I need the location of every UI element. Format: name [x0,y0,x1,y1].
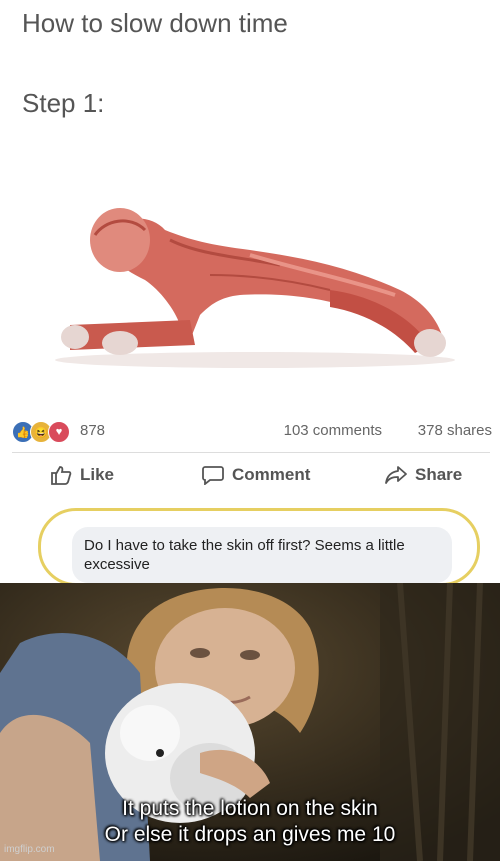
post-title: How to slow down time [22,8,288,38]
share-label: Share [415,465,463,484]
share-button[interactable]: Share [385,465,462,485]
reactions-row: 👍 😆 ♥ 878 103 comments 378 shares [12,417,492,447]
comments-count[interactable]: 103 comments [284,422,382,439]
divider [12,452,490,453]
speech-bubble-icon [202,466,224,485]
reaction-icons[interactable]: 👍 😆 ♥ [12,421,70,443]
plank-anatomy-illustration [55,208,455,368]
imgflip-watermark: imgflip.com [4,844,55,855]
share-arrow-icon [385,466,407,484]
post-actions: Like Comment Share [40,465,480,495]
meme-page: How to slow down time Step 1: 👍 😆 ♥ 878 … [0,0,500,861]
like-label: Like [80,465,115,484]
love-icon: ♥ [48,421,70,443]
comment-bubble: Do I have to take the skin off first? Se… [72,527,452,583]
thumbs-up-icon [51,466,72,485]
post-step-label: Step 1: [22,88,105,118]
caption-line-2: Or else it drops an gives me 10 [104,823,396,846]
like-button[interactable]: Like [50,465,114,485]
caption-line-1: It puts the lotion on the skin [122,797,378,820]
meme-image-panel: It puts the lotion on the skin Or else i… [0,583,500,861]
reaction-count[interactable]: 878 [80,422,105,439]
shares-count[interactable]: 378 shares [418,422,492,439]
comment-button[interactable]: Comment [202,465,310,485]
meme-caption: It puts the lotion on the skin Or else i… [0,796,500,848]
comment-label: Comment [232,465,311,484]
social-post: How to slow down time Step 1: 👍 😆 ♥ 878 … [0,0,500,586]
